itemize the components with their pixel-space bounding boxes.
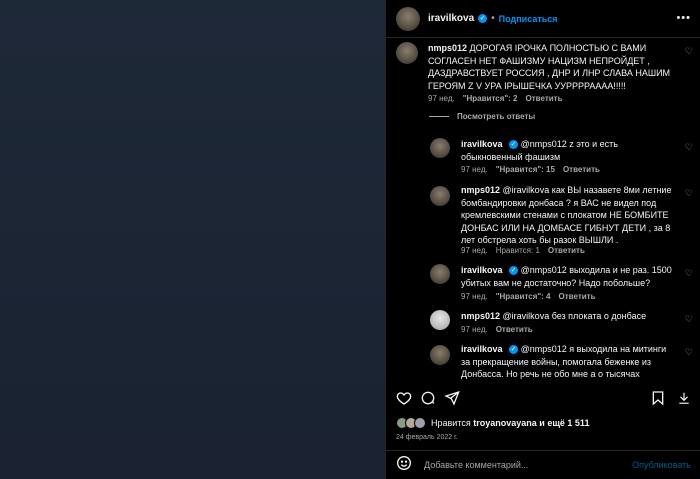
reply-meta: 97 нед. "Нравится": 15 Ответить: [461, 165, 600, 174]
comment-like-icon[interactable]: ♡: [685, 46, 693, 57]
share-icon[interactable]: [442, 388, 462, 408]
reply-button[interactable]: Ответить: [526, 94, 563, 103]
verified-icon: ✓: [478, 14, 488, 23]
separator-dot: •: [491, 13, 495, 24]
post-header: iravilkova ✓ • Подписаться •••: [386, 0, 700, 38]
reply-time: 97 нед.: [461, 165, 488, 174]
comment-meta: 97 нед. "Нравится": 2 Ответить: [428, 94, 562, 103]
reply-time: 97 нед.: [461, 246, 488, 255]
reply-button[interactable]: Ответить: [548, 246, 585, 255]
likes-count[interactable]: и ещё 1 511: [539, 418, 589, 428]
comment-icon[interactable]: [418, 388, 438, 408]
reply-username[interactable]: nmps012: [461, 311, 500, 321]
author-avatar[interactable]: [396, 6, 420, 31]
save-icon[interactable]: [648, 388, 668, 408]
reply-like-icon[interactable]: ♡: [685, 347, 693, 358]
reply-meta: 97 нед. Ответить: [461, 325, 533, 334]
reply-text: @iravilkova без плоката о донбасе: [502, 311, 647, 321]
reply-button[interactable]: Ответить: [563, 165, 600, 174]
reply-time: 97 нед.: [461, 292, 488, 301]
follow-button[interactable]: Подписаться: [499, 14, 558, 24]
reply-meta: 97 нед. Нравится: 1 Ответить: [461, 246, 585, 255]
reply-likes[interactable]: "Нравится": 15: [496, 165, 555, 174]
reply-username[interactable]: iravilkova: [461, 139, 503, 149]
reply-meta: 97 нед. "Нравится": 4 Ответить: [461, 292, 595, 301]
likes-prefix: Нравится: [431, 418, 471, 428]
liker-avatar: [414, 417, 426, 429]
verified-icon: ✓: [509, 345, 519, 355]
comment-username[interactable]: nmps012: [428, 43, 467, 53]
reply-username[interactable]: iravilkova: [461, 344, 503, 354]
view-replies-button[interactable]: Посмотреть ответы: [429, 112, 535, 121]
more-icon[interactable]: •••: [676, 12, 691, 24]
post-comment-button[interactable]: Опубликовать: [632, 460, 691, 470]
heart-icon[interactable]: [394, 388, 414, 408]
reply-username[interactable]: nmps012: [461, 185, 500, 195]
comment-time: 97 нед.: [428, 94, 455, 103]
comment-likes[interactable]: "Нравится": 2: [463, 94, 518, 103]
post-panel: iravilkova ✓ • Подписаться ••• nmps012 Д…: [385, 0, 700, 479]
reply-like-icon[interactable]: ♡: [685, 268, 693, 279]
verified-icon: ✓: [509, 140, 519, 150]
verified-icon: ✓: [509, 266, 519, 276]
commenter-avatar[interactable]: [396, 42, 418, 64]
post-date: 24 февраль 2022 г.: [396, 434, 458, 441]
post-media[interactable]: [0, 0, 385, 479]
post-actions: [386, 388, 700, 412]
likes-summary[interactable]: Нравится troyanovayana и ещё 1 511: [396, 417, 589, 429]
reply-time: 97 нед.: [461, 325, 488, 334]
reply-like-icon[interactable]: ♡: [685, 314, 693, 325]
reply-likes[interactable]: "Нравится": 4: [496, 292, 551, 301]
replier-avatar[interactable]: [430, 264, 450, 284]
emoji-icon[interactable]: [396, 455, 412, 476]
replier-avatar[interactable]: [430, 186, 450, 206]
replier-avatar[interactable]: [430, 310, 450, 330]
comment-input[interactable]: [424, 460, 624, 470]
likes-user[interactable]: troyanovayana: [473, 418, 537, 428]
reply-like-icon[interactable]: ♡: [685, 188, 693, 199]
reply-likes[interactable]: Нравится: 1: [496, 246, 540, 255]
likes-text: Нравится troyanovayana и ещё 1 511: [431, 418, 589, 428]
replier-avatar[interactable]: [430, 345, 450, 365]
reply-username[interactable]: iravilkova: [461, 265, 503, 275]
comments-list[interactable]: nmps012 ДОРОГАЯ ІРОЧКА ПОЛНОСТЬЮ С ВАМИ …: [386, 38, 700, 383]
reply-button[interactable]: Ответить: [559, 292, 596, 301]
divider-line: [429, 116, 449, 117]
download-icon[interactable]: [674, 388, 694, 408]
replier-avatar[interactable]: [430, 138, 450, 158]
author-username[interactable]: iravilkova: [428, 13, 474, 24]
view-replies-label: Посмотреть ответы: [457, 112, 536, 121]
reply-button[interactable]: Ответить: [496, 325, 533, 334]
add-comment-bar: Опубликовать: [386, 450, 700, 479]
reply-like-icon[interactable]: ♡: [685, 142, 693, 153]
